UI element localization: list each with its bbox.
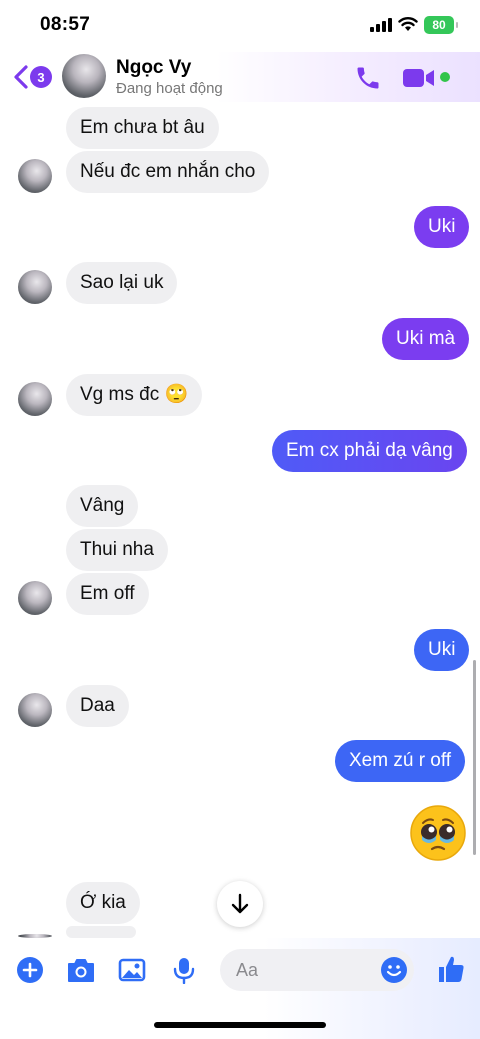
pleading-face-emoji-message[interactable] [410, 805, 466, 861]
incoming-message[interactable]: Em chưa bt âu [66, 107, 219, 149]
wifi-icon [398, 17, 418, 31]
outgoing-message[interactable]: Uki [414, 629, 470, 671]
back-button[interactable]: 3 [12, 62, 54, 92]
outgoing-message[interactable]: Xem zú r off [335, 740, 466, 782]
composer-bar: Aa [0, 938, 480, 1039]
battery-level: 80 [432, 18, 446, 32]
contact-avatar-small[interactable] [18, 270, 52, 304]
video-call-button[interactable] [402, 65, 436, 91]
contact-avatar-small[interactable] [18, 159, 52, 193]
contact-avatar-small[interactable] [18, 382, 52, 416]
chat-header: 3 Ngọc Vy Đang hoạt động [0, 52, 480, 102]
outgoing-message[interactable]: Uki [414, 206, 470, 248]
microphone-icon[interactable] [170, 956, 198, 984]
incoming-message[interactable]: Vâng [66, 485, 139, 527]
contact-name[interactable]: Ngọc Vy [116, 57, 191, 79]
contact-avatar[interactable] [62, 54, 106, 98]
incoming-message-partial[interactable] [66, 926, 136, 938]
signal-icon [370, 18, 392, 32]
camera-icon[interactable] [66, 956, 96, 984]
contact-status: Đang hoạt động [116, 80, 223, 97]
incoming-message[interactable]: Thui nha [66, 529, 168, 571]
gallery-icon[interactable] [118, 956, 146, 984]
outgoing-message[interactable]: Em cx phải dạ vâng [272, 430, 467, 472]
emoji-icon[interactable] [380, 956, 408, 984]
status-time: 08:57 [40, 14, 91, 35]
outgoing-message[interactable]: Uki mà [382, 318, 470, 360]
phone-call-button[interactable] [354, 64, 382, 92]
scrollbar[interactable] [473, 660, 476, 855]
thumbs-up-icon[interactable] [436, 954, 466, 984]
incoming-message[interactable]: Em off [66, 573, 149, 615]
unread-count-badge: 3 [30, 66, 52, 88]
scroll-to-bottom-button[interactable] [217, 881, 263, 927]
incoming-message[interactable]: Daa [66, 685, 129, 727]
message-input[interactable]: Aa [220, 949, 414, 991]
arrow-down-icon [231, 893, 249, 914]
incoming-message[interactable]: Vg ms đc 🙄 [66, 374, 203, 416]
chevron-left-icon [14, 65, 28, 89]
plus-icon[interactable] [16, 956, 44, 984]
contact-avatar-small[interactable] [18, 693, 52, 727]
online-indicator [440, 72, 450, 82]
message-input-placeholder: Aa [236, 960, 259, 980]
battery-tip [456, 22, 458, 28]
incoming-message[interactable]: Nếu đc em nhắn cho [66, 151, 270, 193]
status-bar: 08:57 80 [0, 0, 480, 52]
contact-avatar-small[interactable] [18, 581, 52, 615]
battery-icon: 80 [424, 16, 454, 34]
incoming-message[interactable]: Sao lại uk [66, 262, 178, 304]
incoming-message[interactable]: Ớ kia [66, 882, 140, 924]
home-indicator [154, 1022, 326, 1028]
